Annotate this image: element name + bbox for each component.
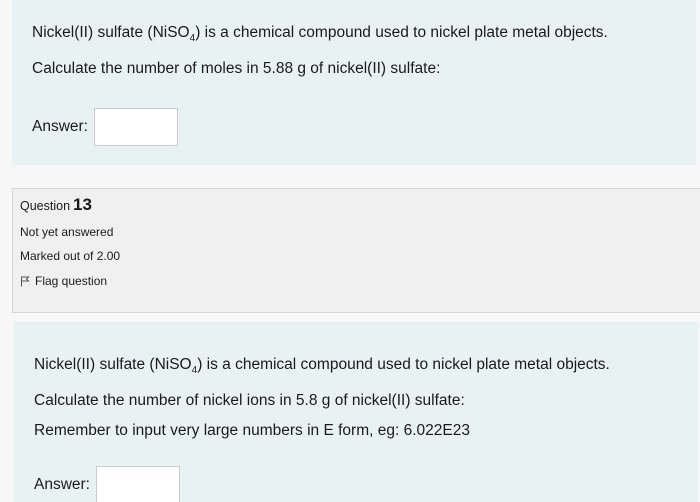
- question-13-content: Nickel(II) sulfate (NiSO4) is a chemical…: [14, 322, 698, 502]
- question-13-info: Question 13 Not yet answered Marked out o…: [12, 188, 700, 313]
- quiz-page: Nickel(II) sulfate (NiSO4) is a chemical…: [0, 0, 700, 502]
- question-12-content: Nickel(II) sulfate (NiSO4) is a chemical…: [12, 0, 696, 165]
- flag-question-label: Flag question: [35, 274, 108, 288]
- flag-question-link[interactable]: Flag question: [20, 274, 700, 288]
- question-13-answer-input[interactable]: [96, 466, 180, 502]
- answer-label: Answer:: [34, 476, 90, 494]
- flag-icon: [21, 276, 30, 286]
- question-12-answer-row: Answer:: [32, 108, 696, 147]
- question-12-text-line2: Calculate the number of moles in 5.88 g …: [32, 60, 441, 78]
- answer-label: Answer:: [32, 118, 88, 136]
- question-13-answer-row: Answer:: [34, 466, 698, 502]
- question-13-text-line3: Remember to input very large numbers in …: [34, 422, 470, 440]
- question-12-text-line1: Nickel(II) sulfate (NiSO4) is a chemical…: [32, 24, 608, 45]
- question-13-text-line2: Calculate the number of nickel ions in 5…: [34, 392, 465, 410]
- question-12-answer-input[interactable]: [94, 108, 178, 147]
- question-13-text-line1: Nickel(II) sulfate (NiSO4) is a chemical…: [34, 356, 610, 377]
- question-status: Not yet answered: [20, 225, 114, 239]
- question-number: Question 13: [20, 195, 92, 214]
- question-marks: Marked out of 2.00: [20, 249, 121, 263]
